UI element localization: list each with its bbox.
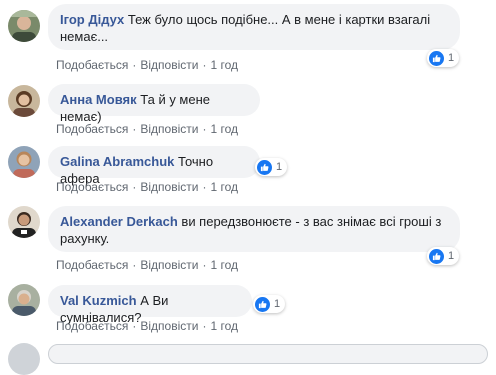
reply-box-edge	[0, 340, 496, 375]
comment-bubble: Alexander Derkach ви передзвонюєте - з в…	[48, 206, 460, 252]
comment-author[interactable]: Galina Abramchuk	[60, 154, 174, 169]
separator-dot: ·	[202, 319, 207, 333]
like-link[interactable]: Подобається	[56, 180, 128, 194]
like-thumb-icon	[429, 248, 444, 264]
avatar[interactable]	[8, 146, 40, 178]
comment-text-continued: рахунку.	[60, 231, 110, 246]
comment-author[interactable]: Val Kuzmich	[60, 293, 137, 308]
reply-link[interactable]: Відповісти	[140, 180, 198, 194]
comment-actions: Подобається · Відповісти · 1 год	[56, 319, 238, 333]
comment-actions: Подобається · Відповісти · 1 год	[56, 58, 238, 72]
comment-timestamp[interactable]: 1 год	[210, 122, 238, 136]
avatar[interactable]	[8, 85, 40, 117]
separator-dot: ·	[132, 258, 137, 272]
comment-timestamp[interactable]: 1 год	[210, 258, 238, 272]
separator-dot: ·	[202, 258, 207, 272]
comment-bubble: Ігор Дідух Теж було щось подібне... А в …	[48, 4, 460, 50]
like-link[interactable]: Подобається	[56, 122, 128, 136]
reaction-count: 1	[276, 161, 283, 173]
avatar[interactable]	[8, 206, 40, 238]
separator-dot: ·	[202, 58, 207, 72]
reaction-badge[interactable]: 1	[427, 247, 460, 265]
reaction-badge[interactable]: 1	[255, 158, 288, 176]
like-link[interactable]: Подобається	[56, 319, 128, 333]
separator-dot: ·	[132, 122, 137, 136]
separator-dot: ·	[132, 58, 137, 72]
comment-timestamp[interactable]: 1 год	[210, 58, 238, 72]
reaction-count: 1	[448, 250, 455, 262]
reaction-badge[interactable]: 1	[253, 295, 286, 313]
comment-bubble: Val Kuzmich А Ви сумнівалися?	[48, 285, 252, 325]
reply-link[interactable]: Відповісти	[140, 258, 198, 272]
like-link[interactable]: Подобається	[56, 258, 128, 272]
comment-text: ви передзвонюєте - з вас знімає всі грош…	[181, 214, 442, 229]
comment-timestamp[interactable]: 1 год	[210, 180, 238, 194]
like-thumb-icon	[257, 159, 272, 175]
like-thumb-icon	[255, 296, 270, 312]
comment-author[interactable]: Ігор Дідух	[60, 12, 124, 27]
reaction-count: 1	[448, 52, 455, 64]
comment-actions: Подобається · Відповісти · 1 год	[56, 258, 238, 272]
like-thumb-icon	[429, 50, 444, 66]
reply-link[interactable]: Відповісти	[140, 122, 198, 136]
separator-dot: ·	[132, 180, 137, 194]
avatar[interactable]	[8, 10, 40, 42]
comment-timestamp[interactable]: 1 год	[210, 319, 238, 333]
comment-actions: Подобається · Відповісти · 1 год	[56, 122, 238, 136]
avatar[interactable]	[8, 284, 40, 316]
like-link[interactable]: Подобається	[56, 58, 128, 72]
comment-text-continued: немає...	[60, 29, 109, 44]
comment-author[interactable]: Alexander Derkach	[60, 214, 178, 229]
reply-link[interactable]: Відповісти	[140, 58, 198, 72]
comment-author[interactable]: Анна Мовяк	[60, 92, 137, 107]
comment-actions: Подобається · Відповісти · 1 год	[56, 180, 238, 194]
comment-bubble: Galina Abramchuk Точно афера	[48, 146, 260, 186]
separator-dot: ·	[132, 319, 137, 333]
separator-dot: ·	[202, 122, 207, 136]
comment-bubble: Анна Мовяк Та й у мене немає)	[48, 84, 260, 124]
comment-text: Теж було щось подібне... А в мене і карт…	[127, 12, 431, 27]
reaction-count: 1	[274, 298, 281, 310]
reply-link[interactable]: Відповісти	[140, 319, 198, 333]
separator-dot: ·	[202, 180, 207, 194]
reaction-badge[interactable]: 1	[427, 49, 460, 67]
